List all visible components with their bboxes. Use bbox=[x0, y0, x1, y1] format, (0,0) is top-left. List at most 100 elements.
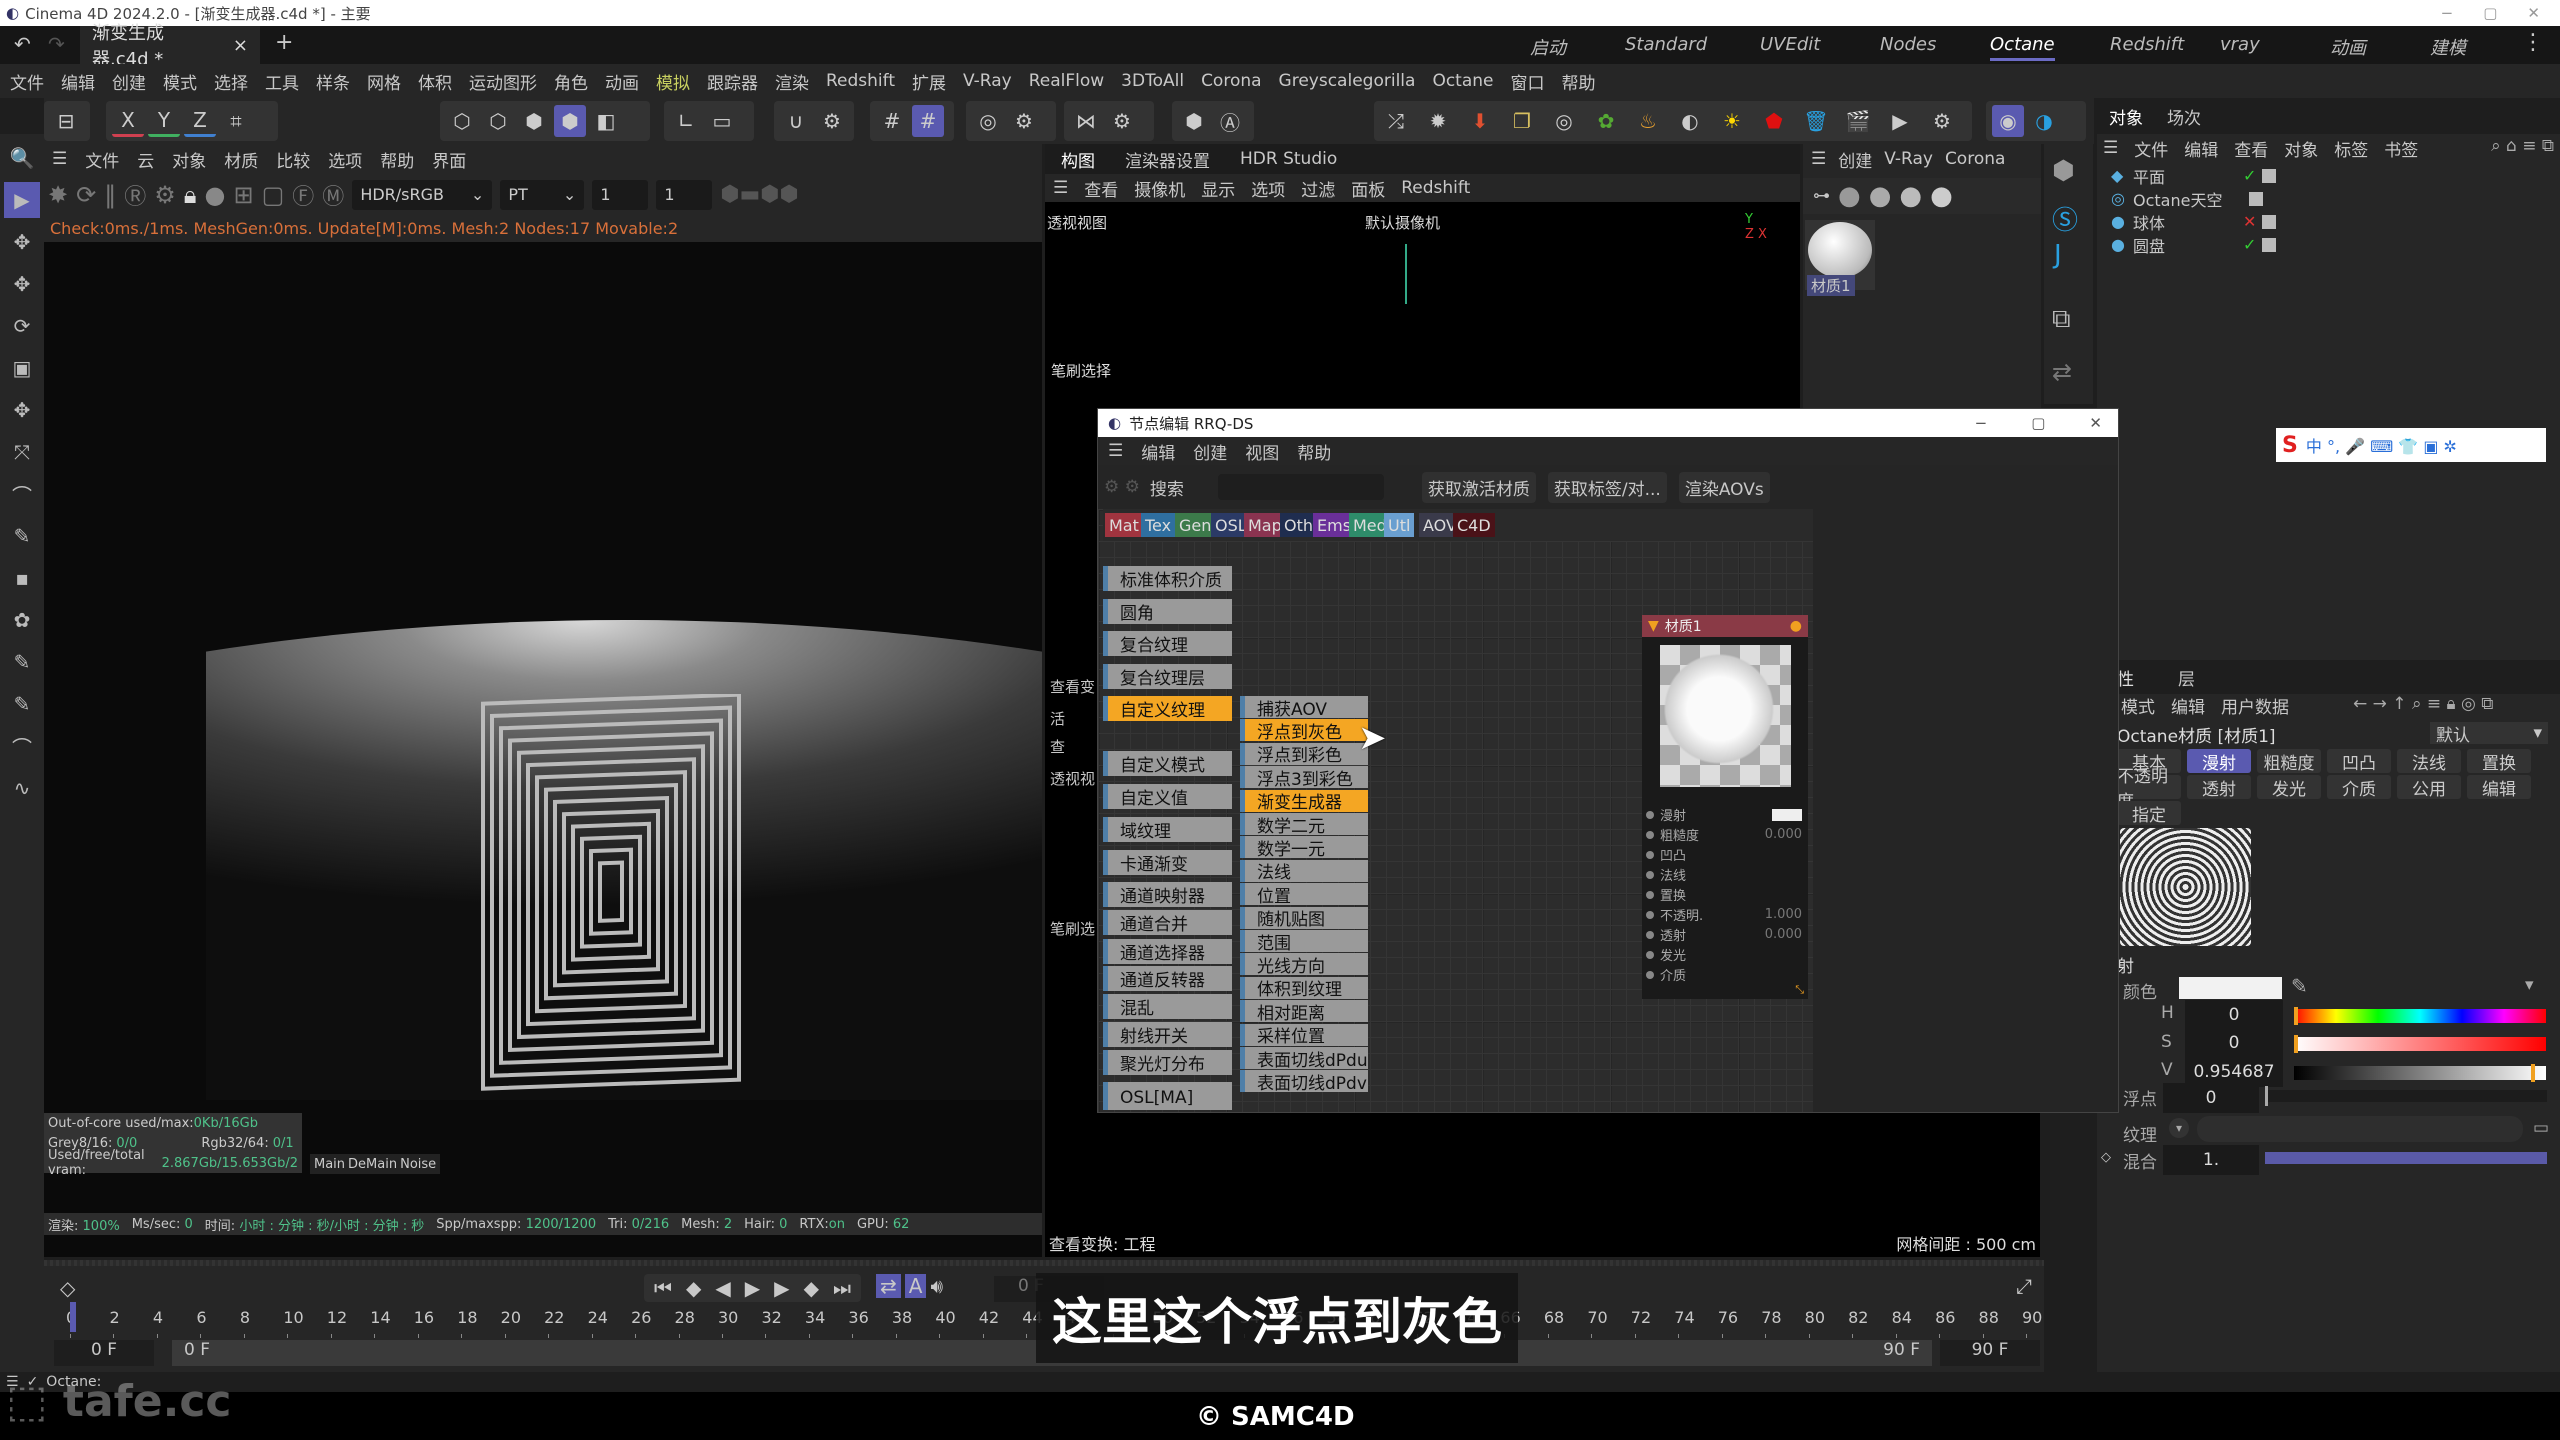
port-socket-icon[interactable] bbox=[1646, 830, 1654, 839]
hamburger-icon[interactable]: ☰ bbox=[2103, 138, 2118, 158]
float-field[interactable]: 0 bbox=[2163, 1083, 2259, 1113]
eyedropper-icon[interactable]: ✎ bbox=[2291, 974, 2308, 998]
editor-viewport-bottom[interactable]: 查看变换: 工程 网格间距 : 500 cm bbox=[1045, 1113, 2040, 1257]
editor-viewport[interactable]: 构图 渲染器设置 HDR Studio ☰ 查看 摄像机 显示 选项 过滤 面板 Redshift… bbox=[1045, 144, 1800, 408]
node-menu-item[interactable]: 创建 bbox=[1193, 439, 1227, 464]
object-name[interactable]: 平面 bbox=[2133, 164, 2237, 188]
menu-item[interactable]: Greyscalegorilla bbox=[1279, 71, 1416, 91]
import-icon[interactable]: ⬇ bbox=[1464, 105, 1496, 137]
material-menu-item[interactable]: Corona bbox=[1945, 149, 2005, 169]
specular-material-icon[interactable]: ● bbox=[1930, 181, 1953, 211]
node-category-item[interactable]: 通道选择器 bbox=[1103, 939, 1232, 964]
node-type-item[interactable]: 体积到纹理 bbox=[1240, 976, 1368, 1000]
attribute-tab[interactable]: 凹凸 bbox=[2327, 749, 2391, 774]
material-item[interactable]: 材质1 bbox=[1805, 220, 1875, 296]
target-icon[interactable]: ◎ bbox=[1548, 105, 1580, 137]
slider-handle[interactable] bbox=[2530, 1064, 2535, 1082]
mix-slider[interactable] bbox=[2265, 1152, 2547, 1164]
go-to-start-icon[interactable]: ⏮ bbox=[654, 1276, 672, 1300]
object-menu-item[interactable]: 查看 bbox=[2234, 136, 2268, 161]
menu-item[interactable]: 角色 bbox=[554, 69, 588, 94]
menu-item[interactable]: 渲染 bbox=[775, 69, 809, 94]
close-button[interactable]: ✕ bbox=[2089, 414, 2102, 432]
input-port[interactable]: 不透明. 1.000 bbox=[1646, 905, 1802, 924]
add-region-icon[interactable]: ⊞ bbox=[233, 181, 253, 209]
object-menu-item[interactable]: 对象 bbox=[2284, 136, 2318, 161]
color-options-icon[interactable]: ▾ bbox=[2525, 975, 2534, 995]
layout-tab-6[interactable]: vray bbox=[2220, 34, 2260, 55]
value-field-2[interactable]: 1 bbox=[656, 179, 713, 210]
port-socket-icon[interactable] bbox=[1646, 950, 1654, 959]
value-slider[interactable] bbox=[2294, 1064, 2546, 1082]
output-port-icon[interactable]: ● bbox=[1790, 618, 1802, 634]
polygons-mode-icon[interactable]: ⬢ bbox=[518, 105, 550, 137]
symmetry-icon[interactable]: ⋈ bbox=[1070, 105, 1102, 137]
attribute-tab[interactable]: 指定 bbox=[2117, 801, 2181, 826]
ime-toolbar[interactable]: S 中 °, 🎤 ⌨ 👕 ▣ ✲ bbox=[2276, 428, 2546, 462]
visibility-off-icon[interactable]: ✕ bbox=[2243, 212, 2256, 231]
viewer-menu-item[interactable]: 界面 bbox=[432, 147, 466, 172]
kernel-select[interactable]: PT ⌄ bbox=[500, 179, 585, 210]
shuffle-icon[interactable]: ⤮ bbox=[1380, 105, 1412, 137]
keyframe-icon[interactable]: ◇ bbox=[60, 1276, 75, 1300]
layout-tab-2[interactable]: UVEdit bbox=[1760, 34, 1820, 55]
timeline-separator[interactable] bbox=[44, 1260, 2044, 1266]
node-category-item[interactable]: 自定义纹理 bbox=[1103, 696, 1232, 721]
viewer-menu-item[interactable]: 文件 bbox=[85, 147, 119, 172]
redo-icon[interactable]: ↷ bbox=[48, 32, 65, 56]
blend-material-icon[interactable]: ● bbox=[1838, 181, 1861, 211]
tag-icon[interactable] bbox=[2262, 214, 2277, 229]
node-category-item[interactable]: 混乱 bbox=[1103, 994, 1232, 1019]
material-pick-icon[interactable]: Ⓜ bbox=[322, 179, 344, 211]
port-socket-icon[interactable] bbox=[1646, 870, 1654, 879]
tool-icon[interactable]: ✿ bbox=[4, 602, 40, 638]
viewport-menu-item[interactable]: Redshift bbox=[1401, 178, 1470, 198]
node-toolbar-button[interactable]: 获取标签/对... bbox=[1547, 471, 1667, 503]
node-category-item[interactable]: 射线开关 bbox=[1103, 1022, 1232, 1047]
viewport-solo-icon[interactable]: ⬢ bbox=[1178, 105, 1210, 137]
node-type-item[interactable]: 浮点到彩色 bbox=[1240, 742, 1368, 766]
layout-tab-8[interactable]: 建模 bbox=[2430, 34, 2466, 60]
layout-tab-0[interactable]: 启动 bbox=[1530, 34, 1566, 60]
playhead[interactable] bbox=[70, 1302, 76, 1332]
h-field[interactable]: 0 bbox=[2185, 1000, 2283, 1030]
tool-icon[interactable]: ✎ bbox=[4, 518, 40, 554]
tool-icon[interactable]: ✎ bbox=[4, 686, 40, 722]
y-axis-button[interactable]: Y bbox=[148, 105, 180, 137]
node-type-item[interactable]: 相对距离 bbox=[1240, 1000, 1368, 1024]
maximize-button[interactable]: ▢ bbox=[2031, 414, 2045, 432]
snap-magnet-icon[interactable]: ∪ bbox=[780, 105, 812, 137]
next-key-icon[interactable]: ◆ bbox=[804, 1276, 819, 1300]
node-category-item[interactable]: 域纹理 bbox=[1103, 817, 1232, 842]
grid-snap-icon[interactable]: # bbox=[912, 105, 944, 137]
menu-item[interactable]: 模式 bbox=[163, 69, 197, 94]
menu-item[interactable]: 选择 bbox=[214, 69, 248, 94]
object-row[interactable]: ◆ 平面 ✓ bbox=[2111, 164, 2551, 187]
object-menu-item[interactable]: 书签 bbox=[2384, 136, 2418, 161]
node-category-item[interactable]: 复合纹理层 bbox=[1103, 664, 1232, 689]
octane-live-viewer[interactable]: ☰ 文件云对象 材质 比较 选项 帮助 界面 ✸ ⟳ ‖ Ⓡ ⚙ 🔒︎ ● ⊞ ▢ Ⓕ Ⓜ … bbox=[44, 144, 1042, 1257]
object-menu-item[interactable]: 编辑 bbox=[2184, 136, 2218, 161]
attribute-menu-item[interactable]: 编辑 bbox=[2171, 693, 2205, 718]
port-socket-icon[interactable] bbox=[1646, 890, 1654, 899]
snap-settings-icon[interactable]: ⚙ bbox=[816, 105, 848, 137]
node-category-item[interactable]: 复合纹理 bbox=[1103, 631, 1232, 656]
category-tab-utl[interactable]: Utl bbox=[1384, 513, 1415, 537]
focus-icon[interactable]: Ⓕ bbox=[292, 179, 314, 211]
swap-icon[interactable]: ⇄ bbox=[2052, 358, 2072, 386]
render-view-icon[interactable]: ▶ bbox=[1884, 105, 1916, 137]
node-type-item[interactable]: 位置 bbox=[1240, 883, 1368, 907]
menu-item[interactable]: 3DToAll bbox=[1121, 71, 1184, 91]
j-icon[interactable]: J bbox=[2054, 240, 2062, 270]
port-value[interactable]: 0.000 bbox=[1765, 827, 1802, 842]
node-category-item[interactable]: 通道反转器 bbox=[1103, 966, 1232, 991]
node-toolbar-button[interactable]: 获取激活材质 bbox=[1421, 471, 1536, 503]
pause-icon[interactable]: ‖ bbox=[104, 181, 116, 209]
layout-tab-5[interactable]: Redshift bbox=[2110, 34, 2184, 55]
node-menu-item[interactable]: 视图 bbox=[1245, 439, 1279, 464]
export-icon[interactable]: ⧉ bbox=[2052, 304, 2071, 335]
attribute-tab[interactable]: 介质 bbox=[2327, 775, 2391, 800]
hamburger-icon[interactable]: ☰ bbox=[52, 149, 67, 169]
slider-handle[interactable] bbox=[2265, 1086, 2268, 1106]
port-socket-icon[interactable] bbox=[1646, 810, 1654, 819]
